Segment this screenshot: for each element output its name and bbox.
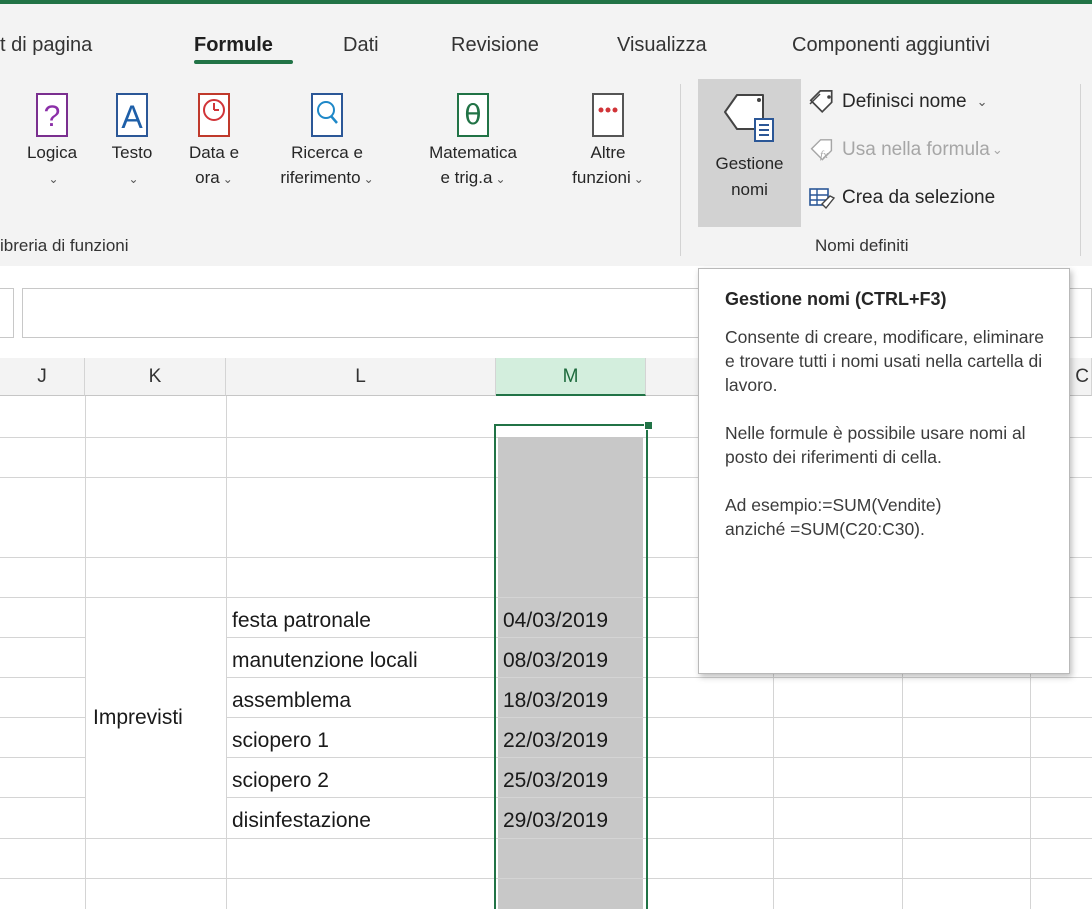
grid-line — [0, 637, 85, 638]
grid-line — [0, 717, 85, 718]
svg-text:A: A — [121, 99, 143, 135]
fill-handle[interactable] — [644, 421, 653, 430]
tooltip-description: Consente di creare, modificare, eliminar… — [725, 327, 1045, 395]
active-tab-underline — [194, 60, 293, 64]
svg-text:θ: θ — [464, 98, 481, 131]
name-tag-icon — [723, 94, 774, 142]
grid-line — [902, 674, 903, 909]
chevron-down-icon: ⌄ — [495, 172, 506, 186]
group-label-libreria-funzioni: ibreria di funzioni — [0, 236, 129, 255]
chevron-down-icon: ⌄ — [222, 172, 233, 186]
chevron-down-icon: ⌄ — [976, 94, 988, 109]
grid-line — [226, 717, 1092, 718]
data-ora-button[interactable]: Data e ora ⌄ — [178, 86, 250, 192]
grid-line — [85, 396, 86, 909]
tooltip-example: Ad esempio:=SUM(Vendite) anziché =SUM(C2… — [725, 495, 942, 539]
group-separator — [1080, 84, 1081, 256]
column-header-l[interactable]: L — [226, 358, 496, 396]
grid-line — [0, 797, 85, 798]
grid-line — [226, 396, 227, 909]
gestione-nomi-tooltip: Gestione nomi (CTRL+F3) Consente di crea… — [698, 268, 1070, 674]
group-separator — [680, 84, 681, 256]
more-dots-icon — [592, 93, 624, 137]
theta-icon: θ — [457, 93, 489, 137]
tab-componenti-aggiuntivi[interactable]: Componenti aggiuntivi — [792, 34, 990, 57]
tab-layout-di-pagina[interactable]: t di pagina — [0, 34, 92, 57]
column-header-k[interactable]: K — [85, 358, 226, 396]
ribbon-tabs: t di pagina Formule Dati Revisione Visua… — [0, 4, 1092, 84]
definisci-nome-button[interactable]: Definisci nome ⌄ — [808, 90, 988, 114]
tooltip-title: Gestione nomi (CTRL+F3) — [725, 289, 947, 309]
grid-line — [226, 757, 1092, 758]
svg-text:fx: fx — [820, 149, 828, 161]
grid-line — [773, 674, 774, 909]
cell-k-imprevisti[interactable]: Imprevisti — [93, 704, 183, 732]
ricerca-riferimento-button[interactable]: Ricerca e riferimento ⌄ — [262, 86, 392, 192]
clock-icon — [198, 93, 230, 137]
tab-formule[interactable]: Formule — [194, 34, 273, 57]
chevron-down-icon: ⌄ — [48, 172, 59, 186]
chevron-down-icon: ⌄ — [633, 172, 644, 186]
tab-revisione[interactable]: Revisione — [451, 34, 539, 57]
svg-text:?: ? — [44, 100, 61, 133]
grid-line — [226, 677, 1092, 678]
testo-button[interactable]: A Testo ⌄ — [102, 86, 162, 192]
tab-visualizza[interactable]: Visualizza — [617, 34, 707, 57]
magnifier-icon — [311, 93, 343, 137]
grid-line — [0, 757, 85, 758]
cell-l-event[interactable]: manutenzione locali — [232, 647, 418, 675]
group-label-nomi-definiti: Nomi definiti — [815, 236, 909, 255]
cell-l-event[interactable]: sciopero 2 — [232, 767, 329, 795]
function-tag-icon: fx — [810, 139, 833, 161]
question-mark-icon: ? — [36, 93, 68, 137]
gestione-nomi-button[interactable]: Gestione nomi — [698, 79, 801, 227]
chevron-down-icon: ⌄ — [991, 142, 1003, 157]
altre-funzioni-button[interactable]: Altre funzioni ⌄ — [546, 86, 670, 192]
cell-l-event[interactable]: festa patronale — [232, 607, 371, 635]
ribbon: t di pagina Formule Dati Revisione Visua… — [0, 4, 1092, 266]
grid-line — [226, 797, 1092, 798]
letter-a-icon: A — [116, 93, 148, 137]
column-header-j[interactable]: J — [0, 358, 85, 396]
tab-dati[interactable]: Dati — [343, 34, 379, 57]
logica-button[interactable]: ? Logica ⌄ — [16, 86, 88, 192]
matematica-trig-button[interactable]: θ Matematica e trig.a ⌄ — [412, 86, 534, 192]
grid-line — [1030, 674, 1031, 909]
tooltip-hint: Nelle formule è possibile usare nomi al … — [725, 423, 1026, 467]
cell-l-event[interactable]: sciopero 1 — [232, 727, 329, 755]
usa-nella-formula-button[interactable]: fx Usa nella formula ⌄ — [808, 138, 1003, 162]
chevron-down-icon: ⌄ — [128, 172, 139, 186]
crea-da-selezione-button[interactable]: Crea da selezione — [808, 186, 995, 210]
column-header-m[interactable]: M — [496, 358, 646, 396]
cell-l-event[interactable]: disinfestazione — [232, 807, 371, 835]
selection-border — [494, 424, 648, 909]
create-from-selection-icon — [809, 188, 836, 210]
chevron-down-icon: ⌄ — [363, 172, 374, 186]
grid-line — [0, 677, 85, 678]
name-box[interactable] — [0, 288, 14, 338]
tag-icon — [809, 90, 833, 114]
cell-l-event[interactable]: assemblema — [232, 687, 351, 715]
